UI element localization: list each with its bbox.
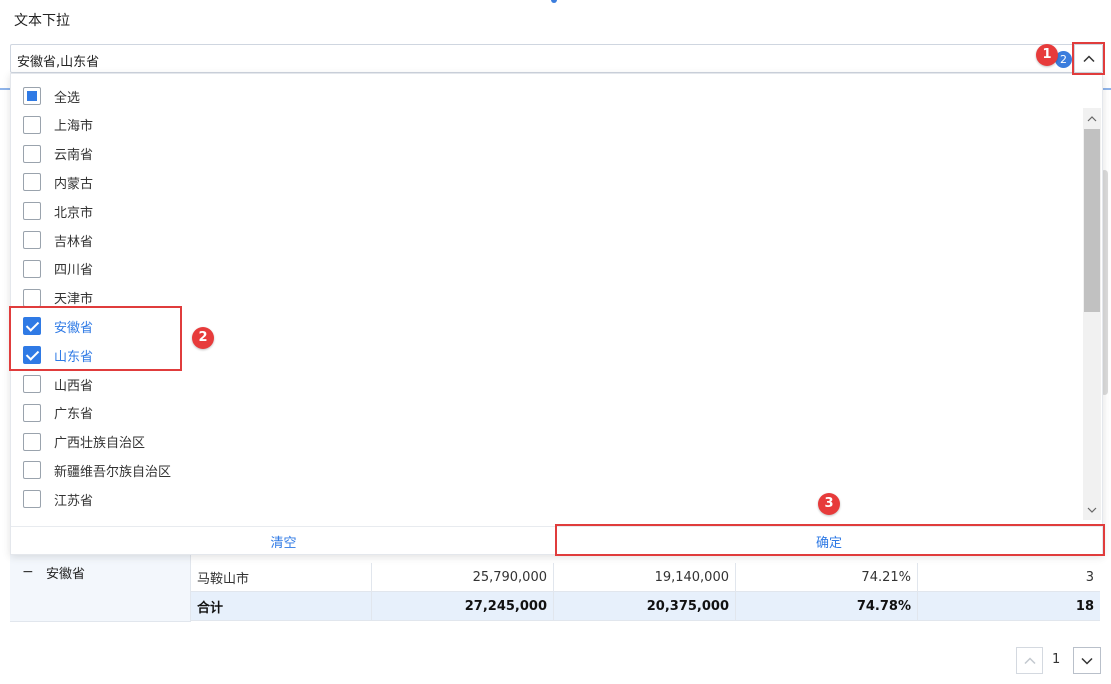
option-checkbox[interactable] [23,432,41,451]
highlight-box-confirm [555,524,1105,556]
option-label: 吉林省 [54,234,94,250]
option-item[interactable]: 北京市 [23,199,93,223]
collapse-icon[interactable]: − [22,564,34,580]
table-row-group: − 安徽省 [10,555,191,622]
option-checkbox[interactable] [23,115,41,134]
scroll-up-arrow-icon[interactable] [1083,110,1101,127]
option-item[interactable]: 江苏省 [23,487,93,511]
option-checkbox[interactable] [23,231,41,249]
option-label: 上海市 [54,119,94,135]
scroll-down-arrow-icon[interactable] [1083,501,1101,518]
highlight-box-toggle [1072,42,1105,75]
next-page-button[interactable] [1073,647,1101,674]
table-cell: 27,245,000 [372,592,554,620]
dropdown-value: 安徽省,山东省 [17,55,100,70]
page-number: 1 [1052,652,1061,667]
option-list: 全选 上海市 云南省 内蒙古 北京市 吉林省 四川省 天津市 安徽省 山东省 山西省 广东省 广西壮族自… [11,81,1081,521]
table-cell: 马鞍山市 [191,563,372,591]
top-accent-mark [551,0,557,3]
clear-button[interactable]: 清空 [11,527,556,556]
chevron-up-icon [1023,656,1036,664]
option-label: 广东省 [54,407,94,423]
option-label: 天津市 [54,292,94,308]
option-item[interactable]: 新疆维吾尔族自治区 [23,458,171,482]
option-label: 江苏省 [54,493,94,509]
option-list-scrollbar[interactable] [1083,108,1101,520]
option-checkbox[interactable] [23,375,41,393]
table-cell: 18 [1075,598,1094,614]
option-label: 山西省 [54,378,94,394]
option-label: 四川省 [54,263,94,279]
text-dropdown-field[interactable]: 安徽省,山东省 [10,44,1103,73]
option-item[interactable]: 全选 [23,84,80,108]
option-checkbox[interactable] [23,144,41,163]
option-label: 全选 [54,90,81,106]
previous-page-button[interactable] [1016,647,1043,674]
option-item[interactable]: 上海市 [23,113,93,137]
option-label: 新疆维吾尔族自治区 [54,464,172,480]
table-row: 马鞍山市 25,790,000 19,140,000 74.21% 3 [191,563,1100,592]
option-checkbox[interactable] [23,403,41,422]
divider-left [0,88,10,90]
highlight-box-selection [9,306,182,371]
option-checkbox[interactable] [23,490,41,509]
option-label: 云南省 [54,148,94,164]
option-label: 北京市 [54,205,94,221]
table-total-row: 合计 27,245,000 20,375,000 74.78% 18 [191,592,1100,621]
option-item[interactable]: 四川省 [23,257,93,281]
table-cell: 20,375,000 [554,592,736,620]
data-table: − 安徽省 马鞍山市 25,790,000 19,140,000 74.21% … [10,555,1100,635]
table-cell: 74.21% [736,563,918,591]
option-item[interactable]: 广东省 [23,401,93,425]
table-cell: 25,790,000 [372,563,554,591]
step-badge-2: 2 [192,327,214,349]
option-item[interactable]: 广西壮族自治区 [23,430,145,454]
table-cell: 74.78% [736,592,918,620]
option-checkbox[interactable] [23,87,41,105]
option-checkbox[interactable] [23,259,41,278]
scrollbar-thumb[interactable] [1084,129,1100,312]
option-label: 广西壮族自治区 [54,436,146,452]
option-checkbox[interactable] [23,288,41,307]
option-item[interactable]: 内蒙古 [23,170,93,194]
row-group-label: 安徽省 [46,567,86,582]
page-title: 文本下拉 [14,13,70,29]
chevron-down-icon [1081,657,1093,665]
step-badge-1: 1 [1036,44,1058,66]
step-badge-3: 3 [818,493,840,515]
table-cell: 3 [1085,569,1094,585]
table-cell: 19,140,000 [554,563,736,591]
option-checkbox[interactable] [23,173,41,192]
option-label: 内蒙古 [54,176,94,192]
option-checkbox[interactable] [23,461,41,480]
option-item[interactable]: 云南省 [23,142,93,166]
option-checkbox[interactable] [23,202,41,221]
option-item[interactable]: 山西省 [23,372,93,396]
option-item[interactable]: 吉林省 [23,228,93,252]
table-cell: 合计 [191,592,372,620]
